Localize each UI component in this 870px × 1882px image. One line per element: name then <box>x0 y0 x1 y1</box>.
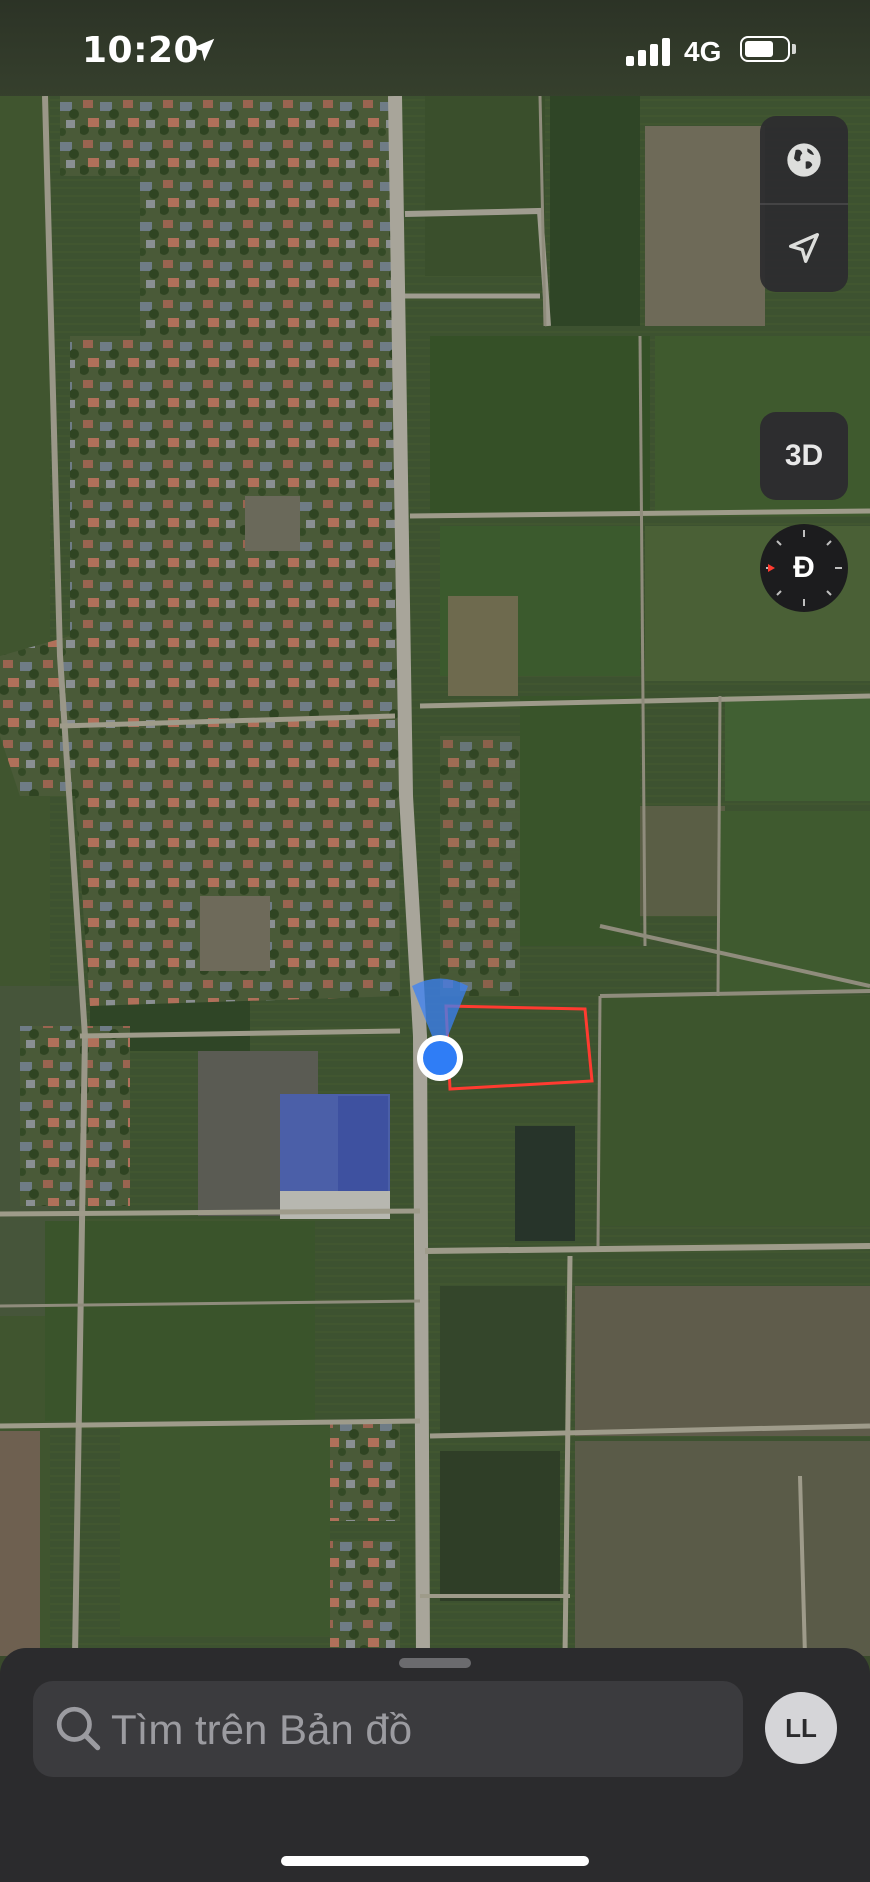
search-bar[interactable] <box>33 1681 743 1779</box>
search-icon <box>56 1706 101 1751</box>
sheet-grabber[interactable] <box>399 1658 471 1668</box>
map-imagery[interactable] <box>0 96 870 1656</box>
avatar-initials: LL <box>785 1712 817 1743</box>
location-arrow-icon <box>789 233 819 263</box>
compass-button[interactable]: Đ <box>760 524 848 612</box>
map-controls-group <box>760 116 848 292</box>
locate-me-button[interactable] <box>760 204 848 292</box>
map-mode-button[interactable] <box>760 116 848 204</box>
three-d-button[interactable]: 3D <box>760 412 848 500</box>
user-location-dot[interactable] <box>423 1041 457 1075</box>
status-bar: 10:20 4G <box>0 0 870 100</box>
home-indicator[interactable] <box>281 1856 589 1866</box>
status-time: 10:20 <box>82 30 200 71</box>
compass-label: Đ <box>793 551 815 584</box>
location-services-icon <box>191 38 215 62</box>
battery-icon <box>740 36 798 64</box>
three-d-label: 3D <box>784 439 824 472</box>
search-sheet[interactable]: LL <box>0 1648 870 1882</box>
cellular-signal-icon <box>626 36 672 66</box>
account-avatar-button[interactable]: LL <box>765 1692 837 1764</box>
globe-icon <box>787 143 821 177</box>
network-type: 4G <box>684 36 722 67</box>
satellite-map[interactable]: 3D Đ <box>0 96 870 1656</box>
search-input[interactable] <box>109 1681 713 1779</box>
